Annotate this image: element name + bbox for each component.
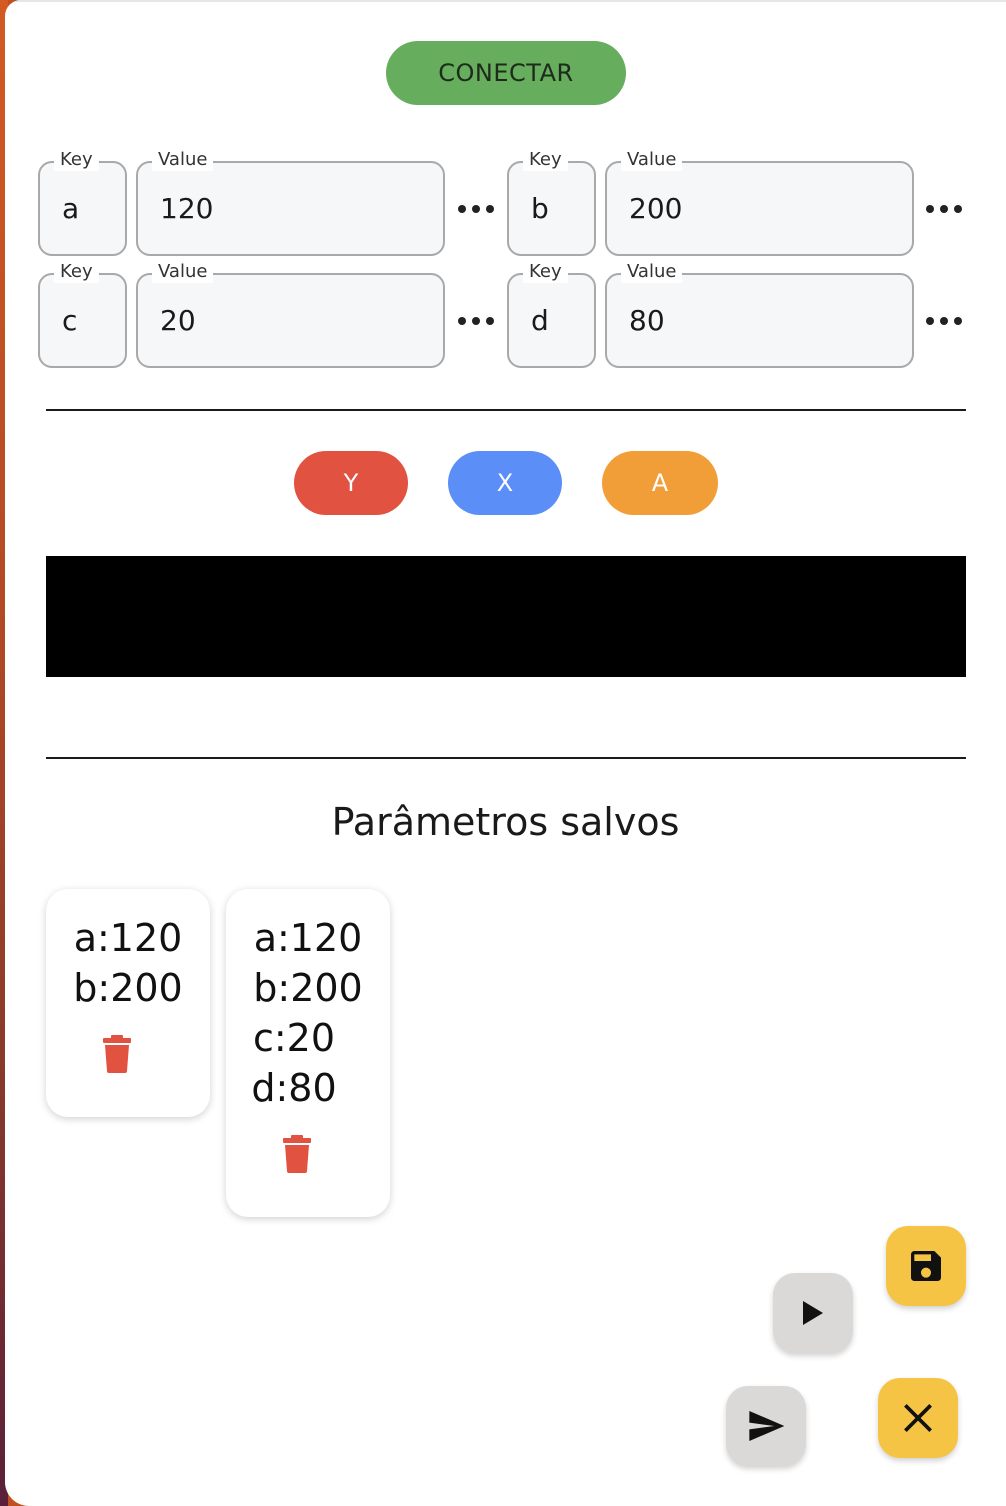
value-field-a[interactable]: Value 120 — [136, 149, 445, 256]
value-field-value: 80 — [629, 304, 665, 337]
save-icon — [911, 1251, 941, 1281]
saved-param-line: d:80 — [251, 1066, 337, 1110]
x-button[interactable]: X — [448, 451, 562, 515]
saved-param-card[interactable]: a:120 b:200 c:20 d:80 — [226, 889, 390, 1217]
y-button[interactable]: Y — [294, 451, 408, 515]
trash-icon[interactable] — [282, 1135, 312, 1173]
value-field-value: 20 — [160, 304, 196, 337]
key-field-b[interactable]: Key b — [507, 149, 596, 256]
send-icon — [749, 1411, 785, 1441]
more-icon[interactable] — [926, 199, 962, 219]
a-button[interactable]: A — [602, 451, 718, 515]
app-window: CONECTAR Key a Value 120 Key b Value 200… — [5, 0, 1006, 1506]
close-button[interactable] — [878, 1378, 958, 1458]
saved-param-line: a:120 — [73, 916, 183, 960]
window-top-border — [5, 0, 1006, 2]
value-field-value: 120 — [160, 192, 214, 225]
saved-param-line: b:200 — [253, 966, 363, 1010]
key-field-d[interactable]: Key d — [507, 261, 596, 368]
saved-param-line: c:20 — [252, 1016, 336, 1060]
output-display — [46, 556, 966, 677]
divider-bottom — [46, 757, 966, 759]
key-field-box — [38, 161, 127, 256]
saved-param-card[interactable]: a:120 b:200 — [46, 889, 210, 1117]
key-field-value: c — [62, 304, 78, 337]
key-field-value: d — [531, 304, 549, 337]
play-button[interactable] — [773, 1273, 853, 1353]
more-icon[interactable] — [458, 199, 494, 219]
close-icon — [904, 1404, 932, 1432]
connect-button[interactable]: CONECTAR — [386, 41, 626, 105]
more-icon[interactable] — [926, 311, 962, 331]
play-icon — [803, 1301, 823, 1325]
key-field-box — [38, 273, 127, 368]
key-field-value: a — [62, 192, 80, 225]
key-field-box — [507, 161, 596, 256]
more-icon[interactable] — [458, 311, 494, 331]
divider-top — [46, 409, 966, 411]
value-field-c[interactable]: Value 20 — [136, 261, 445, 368]
saved-param-line: b:200 — [73, 966, 183, 1010]
key-field-box — [507, 273, 596, 368]
save-button[interactable] — [886, 1226, 966, 1306]
saved-param-line: a:120 — [253, 916, 363, 960]
value-field-d[interactable]: Value 80 — [605, 261, 914, 368]
send-button[interactable] — [726, 1386, 806, 1466]
key-field-a[interactable]: Key a — [38, 149, 127, 256]
value-field-b[interactable]: Value 200 — [605, 149, 914, 256]
value-field-value: 200 — [629, 192, 683, 225]
saved-params-title: Parâmetros salvos — [331, 800, 680, 844]
key-field-value: b — [531, 192, 549, 225]
trash-icon[interactable] — [102, 1035, 132, 1073]
key-field-c[interactable]: Key c — [38, 261, 127, 368]
